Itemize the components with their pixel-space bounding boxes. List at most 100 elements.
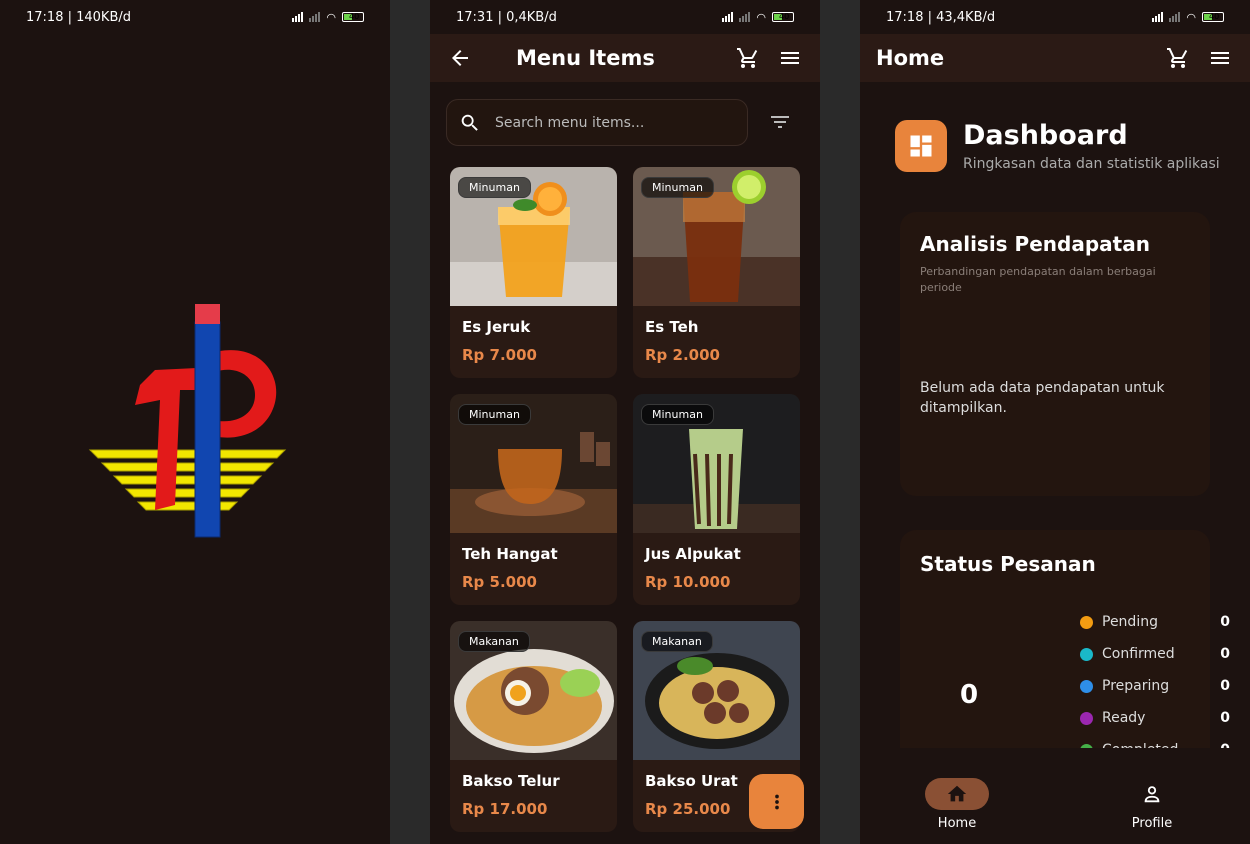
- status-label: Pending: [1102, 614, 1158, 630]
- status-dot: [1080, 711, 1093, 725]
- battery-icon: 40: [342, 12, 364, 22]
- status-icons: ◠ 40: [292, 11, 364, 24]
- search-bar[interactable]: [446, 99, 748, 146]
- page-title: Menu Items: [516, 46, 655, 70]
- cart-button[interactable]: [1164, 44, 1192, 72]
- menu-button[interactable]: [1206, 44, 1234, 72]
- menu-card[interactable]: Minuman Teh Hangat Rp 5.000: [450, 394, 617, 605]
- back-button[interactable]: [446, 44, 474, 72]
- hamburger-icon: [1211, 52, 1229, 64]
- wifi-icon: ◠: [326, 10, 336, 24]
- nav-profile[interactable]: Profile: [1102, 778, 1202, 831]
- nav-home[interactable]: Home: [907, 778, 1007, 831]
- status-dot: [1080, 679, 1093, 693]
- category-badge: Minuman: [641, 404, 714, 425]
- revenue-subtitle: Perbandingan pendapatan dalam berbagai p…: [920, 265, 1156, 294]
- status-dot: [1080, 615, 1093, 629]
- splash-screen: 17:18 | 140KB/d ◠ 40: [0, 0, 390, 844]
- status-dot: [1080, 647, 1093, 661]
- status-label: Confirmed: [1102, 646, 1175, 662]
- app-logo: [88, 304, 287, 538]
- status-row-preparing: Preparing 0: [1080, 670, 1230, 702]
- bottom-navigation: Home Profile: [860, 760, 1250, 844]
- category-badge: Minuman: [458, 404, 531, 425]
- menu-card[interactable]: Minuman Jus Alpukat Rp 10.000: [633, 394, 800, 605]
- menu-screen: 17:31 | 0,4KB/d ◠ 40 Menu Items Search m…: [430, 0, 820, 844]
- arrow-back-icon: [452, 50, 468, 66]
- item-name: Bakso Telur: [462, 772, 560, 790]
- nav-home-label: Home: [937, 816, 977, 831]
- signal-icon-2: [1169, 12, 1181, 22]
- menu-button[interactable]: [776, 44, 804, 72]
- status-label: Preparing: [1102, 678, 1170, 694]
- item-name: Bakso Urat: [645, 772, 738, 790]
- person-icon: [1144, 786, 1160, 803]
- signal-icon: [1152, 12, 1164, 22]
- revenue-empty-message: Belum ada data pendapatan untuk ditampil…: [920, 380, 1165, 416]
- status-row-confirmed: Confirmed 0: [1080, 638, 1230, 670]
- status-bar: 17:18 | 43,4KB/d ◠ 40: [860, 0, 1250, 34]
- status-count: 0: [1220, 614, 1230, 630]
- filter-button[interactable]: [766, 108, 794, 136]
- status-time: 17:18 | 43,4KB/d: [886, 9, 996, 25]
- scroll-edge: [860, 748, 1250, 760]
- menu-card[interactable]: Minuman Es Teh Rp 2.000: [633, 167, 800, 378]
- item-price: Rp 7.000: [462, 346, 537, 364]
- filter-icon: [771, 116, 789, 128]
- status-label: Ready: [1102, 710, 1146, 726]
- cart-icon: [1167, 48, 1188, 68]
- nav-profile-indicator: [1120, 778, 1184, 810]
- category-badge: Makanan: [641, 631, 713, 652]
- category-badge: Minuman: [458, 177, 531, 198]
- battery-icon: 40: [1202, 12, 1224, 22]
- app-bar: Menu Items: [430, 34, 820, 82]
- signal-icon: [722, 12, 734, 22]
- status-row-ready: Ready 0: [1080, 702, 1230, 734]
- signal-icon: [292, 12, 304, 22]
- cart-button[interactable]: [734, 44, 762, 72]
- hamburger-icon: [781, 52, 799, 64]
- item-price: Rp 25.000: [645, 800, 731, 818]
- dashboard-icon: [895, 120, 947, 172]
- wifi-icon: ◠: [1186, 10, 1196, 24]
- menu-card[interactable]: Minuman Es Jeruk Rp 7.000: [450, 167, 617, 378]
- category-badge: Minuman: [641, 177, 714, 198]
- order-status-panel: Status Pesanan 0 Pending 0 Confirmed 0 P…: [900, 530, 1230, 770]
- item-price: Rp 17.000: [462, 800, 548, 818]
- item-name: Es Teh: [645, 318, 699, 336]
- app-bar: Home: [860, 34, 1250, 82]
- search-input[interactable]: [495, 114, 715, 131]
- battery-icon: 40: [772, 12, 794, 22]
- home-screen: 17:18 | 43,4KB/d ◠ 40 Home Dashboard Rin…: [860, 0, 1250, 844]
- status-count: 0: [1220, 710, 1230, 726]
- cart-icon: [737, 48, 758, 68]
- status-icons: ◠ 40: [1152, 11, 1224, 24]
- more-actions-fab[interactable]: [749, 774, 804, 829]
- item-name: Teh Hangat: [462, 545, 558, 563]
- status-time: 17:31 | 0,4KB/d: [456, 9, 557, 25]
- item-price: Rp 10.000: [645, 573, 731, 591]
- nav-home-indicator: [925, 778, 989, 810]
- item-price: Rp 2.000: [645, 346, 720, 364]
- screenshot-stage: 17:18 | 140KB/d ◠ 40 17:31 | 0,4KB/d ◠ 4…: [0, 0, 1250, 844]
- status-count: 0: [1220, 678, 1230, 694]
- signal-icon-2: [739, 12, 751, 22]
- status-bar: 17:18 | 140KB/d ◠ 40: [0, 0, 390, 34]
- revenue-title: Analisis Pendapatan: [920, 232, 1150, 256]
- status-legend: Pending 0 Confirmed 0 Preparing 0 Ready …: [1080, 606, 1230, 766]
- menu-card[interactable]: Makanan Bakso Telur Rp 17.000: [450, 621, 617, 832]
- search-icon: [461, 114, 478, 131]
- page-title: Home: [876, 46, 945, 70]
- wifi-icon: ◠: [756, 10, 766, 24]
- item-name: Jus Alpukat: [645, 545, 741, 563]
- home-icon: [947, 785, 967, 802]
- dashboard-title: Dashboard: [963, 120, 1128, 151]
- status-row-pending: Pending 0: [1080, 606, 1230, 638]
- status-icons: ◠ 40: [722, 11, 794, 24]
- category-badge: Makanan: [458, 631, 530, 652]
- revenue-panel: Analisis Pendapatan Perbandingan pendapa…: [900, 212, 1210, 496]
- more-vert-icon: [774, 794, 779, 809]
- item-name: Es Jeruk: [462, 318, 531, 336]
- menu-grid: Minuman Es Jeruk Rp 7.000 Minuman Es Teh…: [450, 167, 800, 832]
- item-price: Rp 5.000: [462, 573, 537, 591]
